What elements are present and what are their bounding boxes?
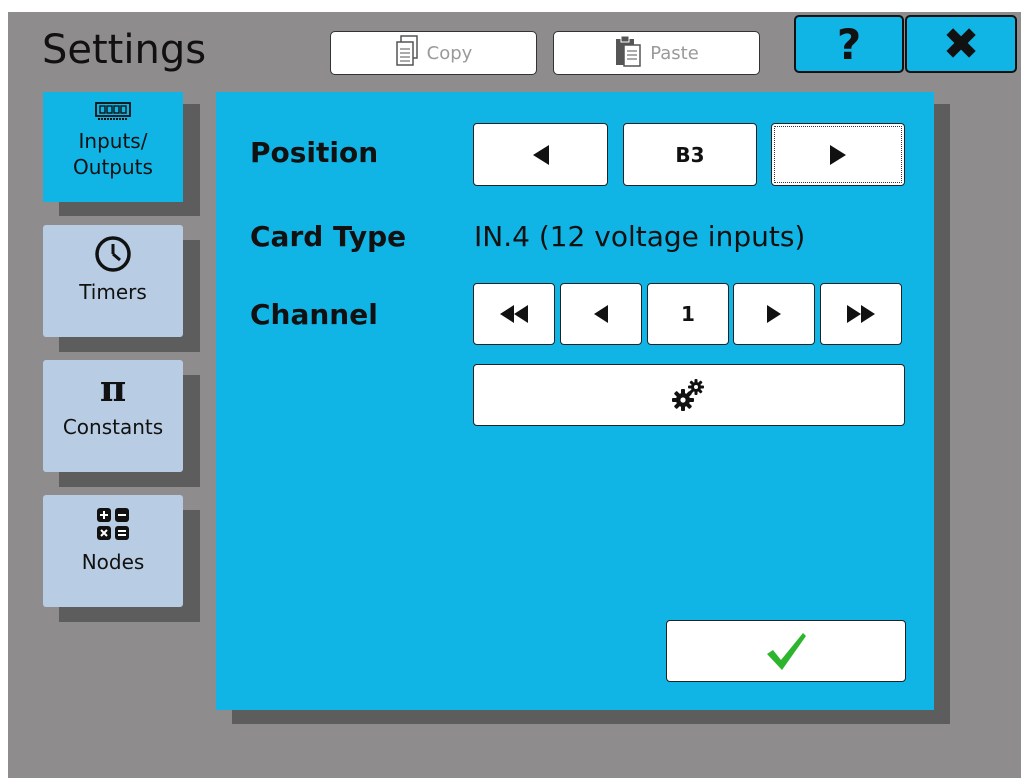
channel-label: Channel	[250, 298, 378, 331]
channel-value[interactable]: 1	[647, 283, 729, 345]
tab-inputs-outputs-label-1: Inputs/	[78, 129, 148, 153]
close-button[interactable]: ✖	[905, 15, 1017, 73]
triangle-right-icon	[767, 305, 781, 323]
screen: Settings Copy Paste ? ✖ Inputs/ Outputs	[8, 12, 1021, 778]
position-next-button[interactable]	[771, 123, 905, 186]
help-button[interactable]: ?	[794, 15, 904, 73]
channel-last-button[interactable]	[820, 283, 902, 345]
copy-label: Copy	[426, 42, 473, 64]
position-value[interactable]: B3	[623, 123, 757, 186]
tab-timers-label: Timers	[79, 280, 147, 304]
card-type-value: IN.4 (12 voltage inputs)	[474, 220, 806, 253]
copy-icon	[395, 34, 419, 72]
tab-timers[interactable]: Timers	[43, 225, 183, 337]
triangle-left-icon	[594, 305, 608, 323]
position-label: Position	[250, 136, 379, 169]
checkmark-icon	[767, 633, 806, 670]
card-type-label: Card Type	[250, 220, 407, 253]
paste-icon	[614, 34, 642, 73]
tab-nodes[interactable]: Nodes	[43, 495, 183, 607]
tab-constants[interactable]: π Constants	[43, 360, 183, 472]
clock-icon	[93, 229, 133, 279]
double-triangle-left-icon	[500, 305, 528, 323]
triangle-right-icon	[830, 144, 846, 165]
tab-inputs-outputs[interactable]: Inputs/ Outputs	[43, 92, 183, 202]
tab-inputs-outputs-label-2: Outputs	[73, 155, 153, 179]
double-triangle-right-icon	[847, 305, 875, 323]
channel-first-button[interactable]	[473, 283, 555, 345]
channel-prev-button[interactable]	[560, 283, 642, 345]
close-icon: ✖	[942, 18, 980, 70]
gears-icon	[672, 379, 704, 411]
math-operators-icon	[96, 499, 130, 549]
pi-icon: π	[100, 364, 126, 414]
help-icon: ?	[836, 19, 862, 69]
paste-button[interactable]: Paste	[553, 31, 760, 75]
ok-button[interactable]	[666, 620, 906, 682]
paste-label: Paste	[650, 42, 699, 64]
triangle-left-icon	[532, 144, 549, 165]
page-title: Settings	[42, 27, 207, 73]
position-prev-button[interactable]	[473, 123, 608, 186]
tab-nodes-label: Nodes	[81, 550, 145, 574]
pi-glyph: π	[99, 368, 127, 410]
io-card-icon	[95, 96, 131, 128]
channel-next-button[interactable]	[733, 283, 815, 345]
tab-constants-label: Constants	[62, 415, 164, 439]
copy-button[interactable]: Copy	[330, 31, 537, 75]
channel-settings-button[interactable]	[473, 364, 905, 426]
